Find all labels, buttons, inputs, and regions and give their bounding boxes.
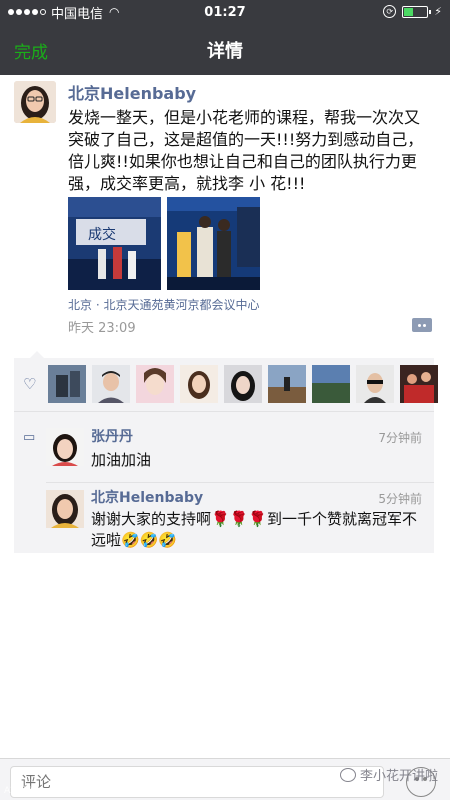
status-bar: 中国电信 ◠ 01:27 ⟳ ⚡ bbox=[0, 0, 450, 24]
status-right: ⟳ ⚡ bbox=[383, 5, 442, 18]
liker-avatar[interactable] bbox=[400, 365, 438, 403]
post-photo[interactable]: 成交 bbox=[68, 197, 161, 290]
commenter-avatar[interactable] bbox=[46, 490, 84, 528]
likes-row: ♡ bbox=[14, 358, 438, 412]
comment-divider bbox=[46, 482, 434, 483]
comment-icon: ▭ bbox=[23, 430, 36, 445]
post-author-name[interactable]: 北京Helenbaby bbox=[68, 80, 196, 104]
status-time: 01:27 bbox=[204, 4, 246, 20]
wechat-icon bbox=[339, 767, 356, 782]
watermark-text: 李小花开讲啦 bbox=[359, 769, 438, 784]
wifi-icon: ◠ bbox=[109, 5, 120, 19]
page-title: 详情 bbox=[207, 40, 243, 62]
liker-avatar[interactable] bbox=[224, 365, 262, 403]
commenter-avatar[interactable] bbox=[46, 428, 84, 466]
liker-avatar[interactable] bbox=[268, 365, 306, 403]
post-photo[interactable] bbox=[167, 197, 260, 290]
liker-avatars bbox=[48, 365, 438, 403]
heart-icon: ♡ bbox=[23, 375, 37, 393]
svg-text:成交: 成交 bbox=[88, 226, 116, 243]
signal-icon bbox=[8, 9, 46, 15]
liker-avatar[interactable] bbox=[48, 365, 86, 403]
rotation-lock-icon: ⟳ bbox=[383, 5, 397, 18]
watermark: 李小花开讲啦 bbox=[339, 765, 438, 784]
interaction-panel: ♡ ▭ 张丹丹 7分钟前 加油加油 北京Helenbaby 5分钟前 谢谢大家的… bbox=[14, 351, 438, 553]
liker-avatar[interactable] bbox=[136, 365, 174, 403]
comment-text[interactable]: 加油加油 bbox=[91, 450, 421, 471]
liker-avatar[interactable] bbox=[312, 365, 350, 403]
liker-avatar[interactable] bbox=[356, 365, 394, 403]
battery-icon bbox=[402, 5, 432, 18]
author-avatar[interactable] bbox=[14, 81, 56, 123]
liker-avatar[interactable] bbox=[92, 365, 130, 403]
nav-bar: 完成 详情 bbox=[0, 24, 450, 75]
comment-input[interactable] bbox=[10, 766, 384, 798]
done-button[interactable]: 完成 bbox=[14, 38, 48, 63]
charging-icon: ⚡ bbox=[434, 5, 442, 18]
post-location[interactable]: 北京 · 北京天通苑黄河京都会议中心 bbox=[68, 296, 259, 313]
photo-grid: 成交 bbox=[68, 197, 260, 290]
comment-time: 7分钟前 bbox=[378, 431, 422, 445]
comment-author[interactable]: 北京Helenbaby bbox=[91, 487, 203, 507]
carrier-label: 中国电信 bbox=[51, 6, 104, 22]
post-text: 发烧一整天，但是小花老师的课程，帮我一次次又突破了自己，这是超值的一天!!!努力… bbox=[68, 108, 424, 193]
liker-avatar[interactable] bbox=[180, 365, 218, 403]
post-time: 昨天 23:09 bbox=[68, 321, 136, 336]
comment-author[interactable]: 张丹丹 bbox=[91, 426, 133, 446]
top-bar: 中国电信 ◠ 01:27 ⟳ ⚡ 完成 详情 bbox=[0, 0, 450, 75]
moment-detail: 北京Helenbaby 发烧一整天，但是小花老师的课程，帮我一次次又突破了自己，… bbox=[0, 75, 450, 758]
comment-text[interactable]: 谢谢大家的支持啊🌹🌹🌹到一千个赞就离冠军不远啦🤣🤣🤣 bbox=[91, 509, 421, 551]
comment-action-button[interactable] bbox=[412, 318, 432, 332]
watermark-left: A站新闻 bbox=[4, 786, 38, 796]
comment-time: 5分钟前 bbox=[378, 492, 422, 506]
